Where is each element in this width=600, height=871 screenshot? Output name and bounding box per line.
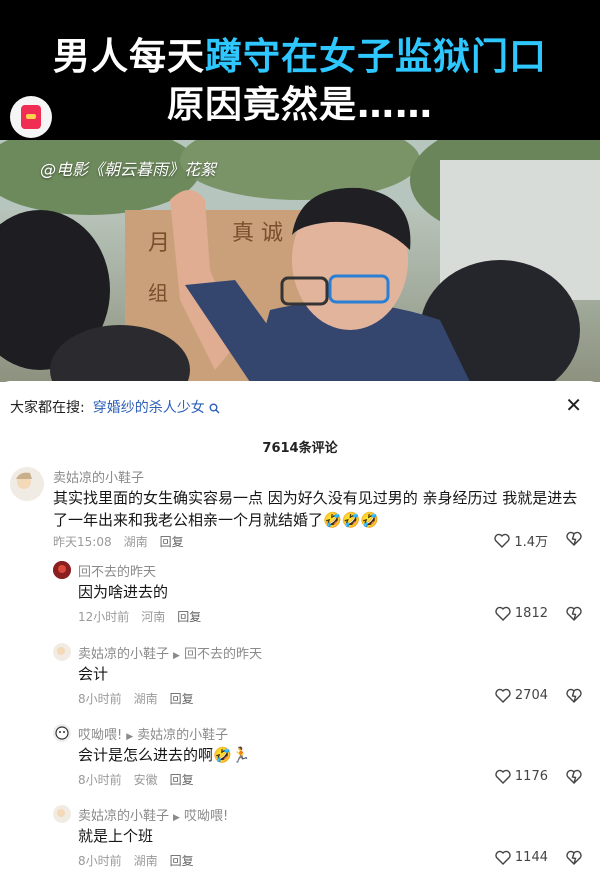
video-title-highlight: 蹲守在女子监狱门口 — [205, 35, 547, 78]
dislike-icon[interactable] — [566, 531, 582, 546]
like-count: 1144 — [514, 850, 548, 865]
video-title-line2: 原因竟然是…… — [167, 83, 433, 126]
trending-search-bar[interactable]: 大家都在搜: 穿婚纱的杀人少女 — [10, 397, 220, 417]
video-title-line1: 男人每天蹲守在女子监狱门口 — [0, 34, 600, 80]
avatar-image — [53, 805, 71, 823]
like-count: 1176 — [514, 769, 548, 784]
comment-text: 会计是怎么进去的啊🤣🏃 — [78, 746, 251, 764]
comment-text: 就是上个班 — [78, 827, 154, 845]
reply-button[interactable]: 回复 — [170, 773, 194, 787]
comment-time: 12小时前 — [78, 610, 130, 624]
like-count: 1.4万 — [514, 535, 548, 550]
close-icon[interactable]: ✕ — [565, 393, 582, 417]
trending-search-prefix: 大家都在搜: — [10, 400, 85, 416]
heart-icon — [495, 850, 511, 865]
reply-item: 回不去的昨天 因为啥进去的 12小时前 河南 回复 1812 — [0, 559, 600, 629]
dislike-icon[interactable] — [566, 850, 582, 865]
comment-username[interactable]: 回不去的昨天 — [78, 561, 156, 580]
comment-count: 7614条评论 — [262, 441, 338, 456]
video-watermark: @电影《朝云暮雨》花絮 — [40, 160, 217, 179]
reply-target[interactable]: 哎呦喂! — [184, 809, 228, 824]
reply-arrow-icon: ▶ — [126, 732, 134, 742]
reply-button[interactable]: 回复 — [170, 692, 194, 706]
comment-meta: 12小时前 河南 回复 — [78, 608, 213, 625]
comment-meta: 8小时前 湖南 回复 — [78, 852, 206, 869]
comment-username[interactable]: 卖姑凉的小鞋子 — [53, 467, 144, 486]
like-button[interactable]: 2704 — [495, 688, 548, 703]
reply-author[interactable]: 卖姑凉的小鞋子 — [78, 809, 169, 824]
avatar-image — [10, 467, 44, 501]
search-icon — [209, 403, 220, 413]
comment-location: 湖南 — [133, 854, 158, 868]
comment-location: 湖南 — [123, 535, 148, 549]
avatar-image — [53, 561, 71, 579]
comment-username[interactable]: 卖姑凉的小鞋子 ▶ 哎呦喂! — [78, 805, 228, 824]
comment-location: 湖南 — [133, 692, 158, 706]
dislike-icon[interactable] — [566, 688, 582, 703]
video-title-white: 男人每天 — [53, 35, 205, 78]
avatar[interactable] — [53, 643, 71, 661]
reply-target[interactable]: 卖姑凉的小鞋子 — [137, 728, 228, 743]
red-envelope-icon — [21, 105, 41, 129]
reply-target[interactable]: 回不去的昨天 — [184, 647, 262, 662]
comment-username[interactable]: 卖姑凉的小鞋子 ▶ 回不去的昨天 — [78, 643, 262, 662]
comment-text: 会计 — [78, 665, 109, 683]
like-count: 2704 — [514, 688, 548, 703]
comment-meta: 8小时前 湖南 回复 — [78, 690, 206, 707]
comment-location: 安徽 — [133, 773, 158, 787]
comment-username[interactable]: 哎呦喂! ▶ 卖姑凉的小鞋子 — [78, 724, 228, 743]
svg-text:组: 组 — [148, 281, 168, 305]
like-count: 1812 — [514, 606, 548, 621]
comment-text: 因为啥进去的 — [78, 583, 169, 601]
comment-meta: 昨天15:08 湖南 回复 — [53, 533, 196, 550]
heart-icon — [495, 688, 511, 703]
comment-time: 8小时前 — [78, 773, 122, 787]
svg-text:月: 月 — [148, 231, 170, 256]
avatar-image — [53, 643, 71, 661]
like-button[interactable]: 1812 — [495, 606, 548, 621]
avatar[interactable] — [53, 805, 71, 823]
comment-time: 昨天15:08 — [53, 535, 112, 549]
reply-arrow-icon: ▶ — [173, 813, 180, 823]
avatar[interactable] — [53, 561, 71, 579]
comment-time: 8小时前 — [78, 854, 122, 868]
svg-text:真 诚: 真 诚 — [232, 221, 283, 246]
reply-author[interactable]: 卖姑凉的小鞋子 — [78, 647, 169, 662]
comment-item: 卖姑凉的小鞋子 其实找里面的女生确实容易一点 因为好久没有见过男的 亲身经历过 … — [0, 463, 600, 553]
video-frame[interactable]: 月 真 诚 组 @电影《朝云暮雨》花絮 — [0, 140, 600, 382]
dislike-icon[interactable] — [566, 769, 582, 784]
avatar-image — [53, 724, 71, 742]
reply-button[interactable]: 回复 — [177, 610, 201, 624]
reply-arrow-icon: ▶ — [173, 651, 180, 661]
reply-item: 卖姑凉的小鞋子 ▶ 哎呦喂! 就是上个班 8小时前 湖南 回复 1144 — [0, 803, 600, 871]
heart-icon — [495, 606, 511, 621]
heart-icon — [495, 769, 511, 784]
reply-item: 卖姑凉的小鞋子 ▶ 回不去的昨天 会计 8小时前 湖南 回复 2704 — [0, 641, 600, 711]
like-button[interactable]: 1176 — [495, 769, 548, 784]
dislike-icon[interactable] — [566, 606, 582, 621]
comment-location: 河南 — [141, 610, 166, 624]
comment-sheet: 大家都在搜: 穿婚纱的杀人少女 ✕ 7614条评论 卖姑凉的小鞋子 其实找里面的女… — [0, 381, 600, 871]
avatar[interactable] — [53, 724, 71, 742]
comment-meta: 8小时前 安徽 回复 — [78, 771, 206, 788]
red-envelope-button[interactable] — [10, 96, 52, 138]
reply-author[interactable]: 哎呦喂! — [78, 728, 122, 743]
comment-time: 8小时前 — [78, 692, 122, 706]
reply-button[interactable]: 回复 — [160, 535, 184, 549]
avatar[interactable] — [10, 467, 44, 501]
reply-item: 哎呦喂! ▶ 卖姑凉的小鞋子 会计是怎么进去的啊🤣🏃 8小时前 安徽 回复 1176 — [0, 722, 600, 792]
reply-button[interactable]: 回复 — [170, 854, 194, 868]
trending-search-keyword[interactable]: 穿婚纱的杀人少女 — [93, 400, 205, 416]
like-button[interactable]: 1144 — [495, 850, 548, 865]
video-banner: 男人每天蹲守在女子监狱门口 原因竟然是…… — [0, 0, 600, 140]
like-button[interactable]: 1.4万 — [494, 531, 548, 550]
heart-icon — [494, 533, 510, 548]
comment-text: 其实找里面的女生确实容易一点 因为好久没有见过男的 亲身经历过 我就是进去了一年… — [53, 489, 578, 529]
